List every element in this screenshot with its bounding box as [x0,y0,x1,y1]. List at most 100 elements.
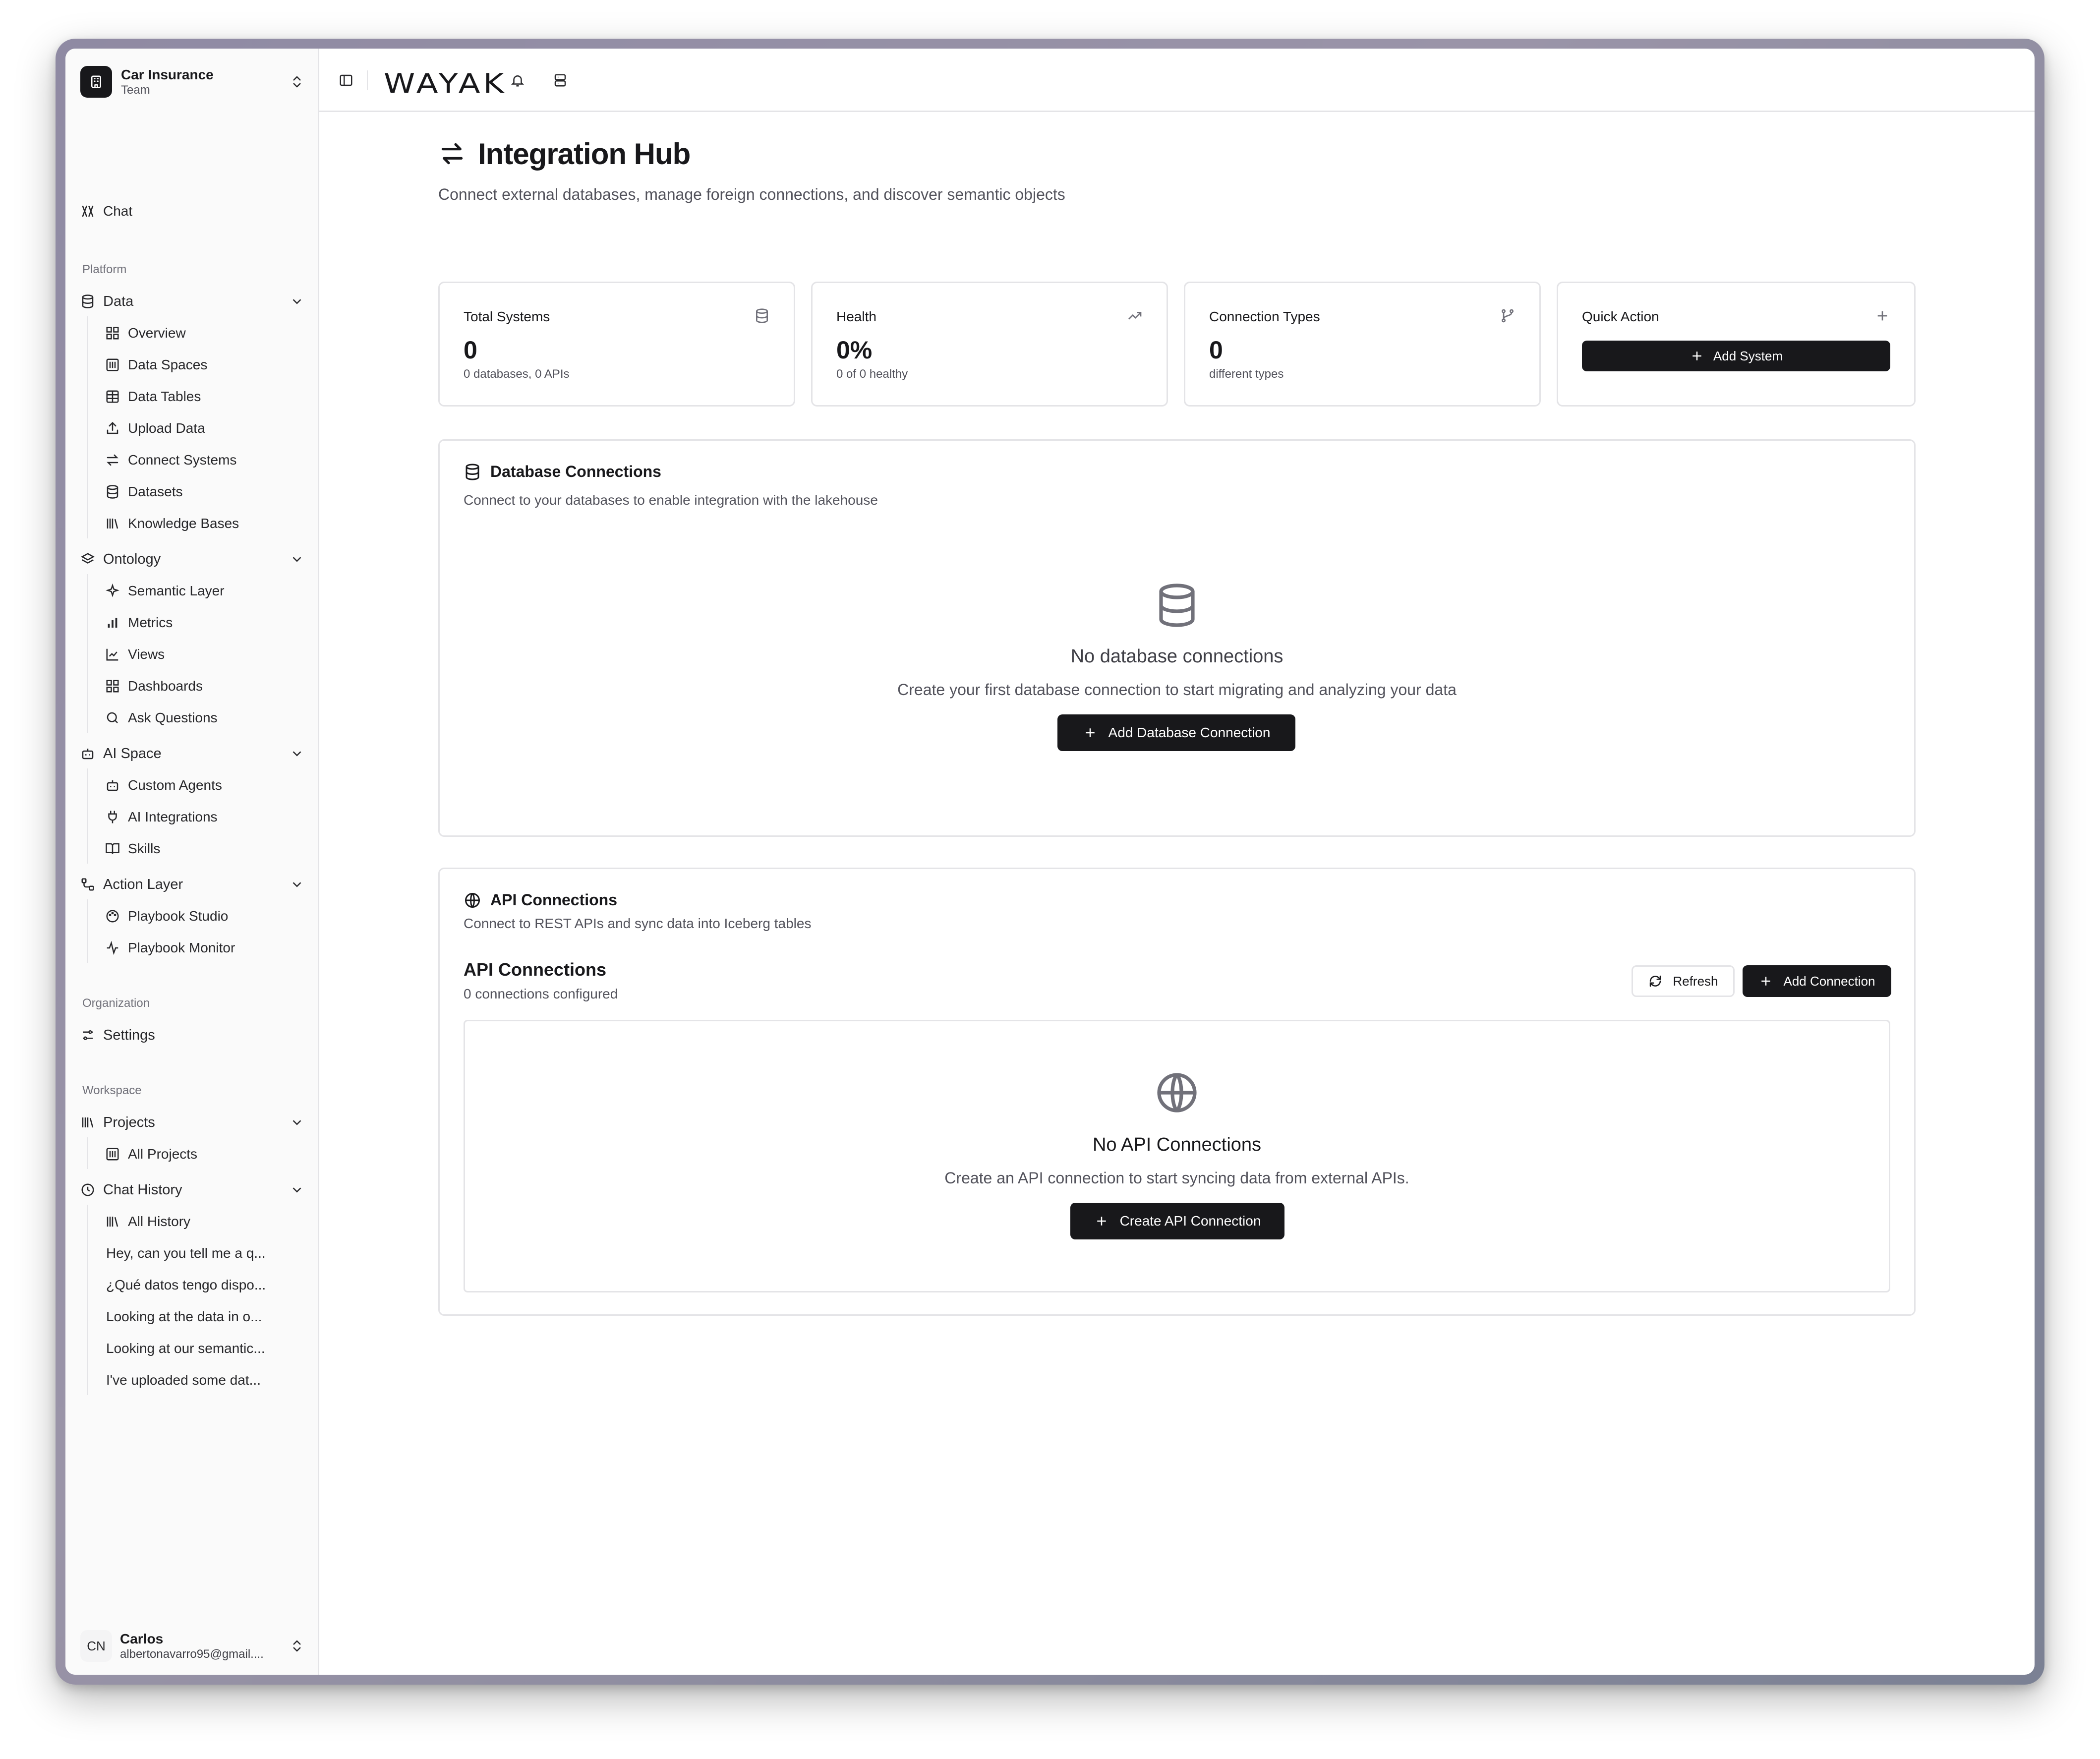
chevron-down-icon [290,294,304,309]
sidebar-item-all-history[interactable]: All History [105,1208,303,1235]
chat-history-item[interactable]: ¿Qué datos tengo dispo... [106,1271,304,1299]
bell-icon [510,73,525,88]
nav-group-ontology-label: Ontology [103,551,161,567]
sidebar-item-playbook-monitor[interactable]: Playbook Monitor [105,934,303,962]
chevron-down-icon [290,1115,304,1130]
api-empty-title: No API Connections [1092,1134,1262,1155]
layers-icon [80,552,95,567]
top-bar: WAYAK [319,49,2035,112]
git-branch-icon [1500,308,1516,324]
avatar: CN [80,1630,112,1662]
chat-history-item-label: I've uploaded some dat... [106,1372,261,1388]
sidebar-item-label: Dashboards [128,678,203,694]
chat-history-item-label: Hey, can you tell me a q... [106,1245,266,1261]
sidebar-item-dashboards[interactable]: Dashboards [105,672,303,700]
nav-group-projects[interactable]: Projects [80,1109,304,1136]
sidebar-item-all-projects[interactable]: All Projects [105,1140,303,1168]
sidebar-toggle-button[interactable] [336,70,356,90]
add-connection-button[interactable]: Add Connection [1743,965,1891,997]
sidebar-item-label: Connect Systems [128,452,237,468]
sidebar-item-label: Views [128,646,165,662]
sidebar-item-data-tables[interactable]: Data Tables [105,383,303,410]
plug-icon [105,810,120,824]
chat-history-item-label: ¿Qué datos tengo dispo... [106,1277,266,1292]
db-section-description: Connect to your databases to enable inte… [464,492,878,508]
user-menu[interactable]: CN Carlos albertonavarro95@gmail.... [80,1626,304,1666]
refresh-button[interactable]: Refresh [1632,965,1735,997]
sidebar-item-label: Ask Questions [128,710,218,725]
divider [367,70,368,90]
nav-group-action-layer-label: Action Layer [103,876,183,892]
server-button[interactable] [550,70,570,90]
sidebar-item-knowledge-bases[interactable]: Knowledge Bases [105,510,303,537]
api-section-description: Connect to REST APIs and sync data into … [464,916,812,931]
sidebar-item-label: Data Spaces [128,357,208,372]
chat-history-item[interactable]: Looking at the data in o... [106,1303,304,1331]
activity-icon [105,940,120,955]
nav-group-action-layer[interactable]: Action Layer [80,871,304,898]
chevron-down-icon [290,1182,304,1197]
database-icon [464,463,481,481]
bot-icon [80,746,95,761]
chevron-down-icon [290,877,304,892]
palette-icon [105,909,120,924]
nav-group-ai-space-label: AI Space [103,745,162,762]
sidebar-item-upload-data[interactable]: Upload Data [105,414,303,442]
create-api-connection-button[interactable]: Create API Connection [1070,1203,1284,1239]
nav-chat[interactable]: Chat [80,197,304,225]
app-frame: Car Insurance Team Chat Platform Data Ov… [65,49,2035,1675]
sidebar-item-label: All Projects [128,1146,198,1162]
nav-group-data[interactable]: Data [80,288,304,315]
panel-left-icon [339,73,353,88]
tree-line [87,574,88,733]
sidebar-item-playbook-studio[interactable]: Playbook Studio [105,902,303,930]
tree-line [87,1137,88,1169]
sidebar-item-ask-questions[interactable]: Ask Questions [105,704,303,732]
clock-icon [80,1182,95,1197]
nav-group-chat-history-label: Chat History [103,1181,182,1198]
library-icon [105,357,120,372]
sidebar-item-connect-systems[interactable]: Connect Systems [105,446,303,474]
plus-icon [1690,349,1704,363]
refresh-icon [1648,974,1663,989]
section-label-platform: Platform [82,263,127,276]
chevron-down-icon [290,552,304,567]
sidebar-item-label: Semantic Layer [128,583,225,598]
stat-subtitle: 0 of 0 healthy [836,367,908,381]
nav-group-chat-history[interactable]: Chat History [80,1176,304,1204]
add-system-button[interactable]: Add System [1582,341,1890,371]
tree-line [87,1205,88,1395]
sidebar-item-overview[interactable]: Overview [105,319,303,347]
plus-icon [1874,308,1890,324]
sidebar-item-semantic-layer[interactable]: Semantic Layer [105,577,303,605]
sidebar-item-skills[interactable]: Skills [105,835,303,863]
chat-history-item[interactable]: Looking at our semantic... [106,1335,304,1362]
sidebar-item-views[interactable]: Views [105,641,303,668]
nav-group-ai-space[interactable]: AI Space [80,740,304,767]
section-label-organization: Organization [82,997,150,1010]
sidebar: Car Insurance Team Chat Platform Data Ov… [65,49,319,1675]
database-icon [754,308,770,324]
sidebar-item-ai-integrations[interactable]: AI Integrations [105,803,303,831]
nav-group-ontology[interactable]: Ontology [80,545,304,573]
notifications-button[interactable] [508,70,527,90]
library-icon [105,1147,120,1162]
brand-logo: WAYAK [384,68,507,100]
sidebar-item-datasets[interactable]: Datasets [105,478,303,506]
table-icon [105,389,120,404]
team-switcher[interactable]: Car Insurance Team [80,63,304,100]
database-connections-card: Database Connections Connect to your dat… [438,439,1916,837]
add-database-connection-button[interactable]: Add Database Connection [1057,714,1295,751]
sidebar-item-custom-agents[interactable]: Custom Agents [105,771,303,799]
stat-card-health: Health 0% 0 of 0 healthy [811,282,1168,407]
settings-sliders-icon [80,1028,95,1043]
sidebar-item-settings[interactable]: Settings [80,1021,304,1049]
sidebar-item-data-spaces[interactable]: Data Spaces [105,351,303,379]
team-name: Car Insurance [121,67,214,82]
sidebar-item-label: Knowledge Bases [128,516,239,531]
chat-history-item[interactable]: I've uploaded some dat... [106,1366,304,1394]
chat-history-item[interactable]: Hey, can you tell me a q... [106,1239,304,1267]
plus-icon [1083,725,1098,740]
sidebar-item-label: Playbook Studio [128,908,229,924]
sidebar-item-metrics[interactable]: Metrics [105,609,303,637]
